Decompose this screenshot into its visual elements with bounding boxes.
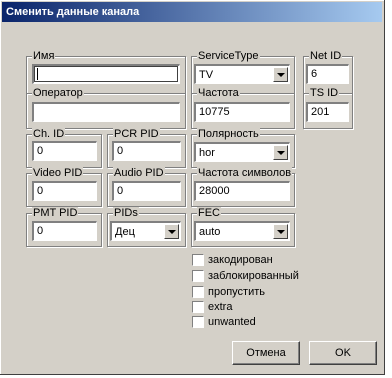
- text-caret: [37, 68, 38, 81]
- video-pid-input[interactable]: 0: [32, 181, 97, 201]
- ch-id-input[interactable]: 0: [32, 141, 97, 161]
- extra-label: extra: [208, 301, 233, 313]
- polarity-value: hor: [199, 147, 215, 159]
- audio-pid-input[interactable]: 0: [112, 181, 181, 201]
- chevron-down-icon[interactable]: [273, 67, 288, 82]
- pcr-pid-input[interactable]: 0: [112, 141, 181, 161]
- unwanted-label: unwanted: [208, 316, 256, 328]
- chevron-down-icon[interactable]: [273, 224, 288, 239]
- service-type-label: ServiceType: [197, 50, 260, 62]
- ch-id-label: Ch. ID: [32, 128, 66, 140]
- fec-value: auto: [199, 226, 221, 238]
- pids-label: PIDs: [113, 207, 139, 219]
- pids-select[interactable]: Дец: [110, 221, 181, 241]
- polarity-label: Полярность: [197, 128, 260, 140]
- checkbox-box[interactable]: [192, 286, 204, 298]
- cancel-button[interactable]: Отмена: [232, 341, 300, 365]
- dialog-title: Сменить данные канала: [2, 2, 382, 22]
- operator-label: Оператор: [32, 87, 84, 99]
- polarity-select[interactable]: hor: [194, 142, 290, 162]
- encrypted-label: закодирован: [208, 254, 273, 266]
- checkbox-box[interactable]: [192, 254, 204, 266]
- pmt-pid-input[interactable]: 0: [32, 221, 97, 241]
- channel-edit-dialog: Сменить данные канала Имя ServiceType TV…: [0, 0, 385, 375]
- skip-label: пропустить: [208, 286, 265, 298]
- checkbox-box[interactable]: [192, 270, 204, 282]
- name-input[interactable]: [32, 64, 180, 84]
- net-id-input[interactable]: 6: [306, 64, 349, 84]
- name-label: Имя: [32, 50, 56, 62]
- symbol-rate-input[interactable]: 28000: [194, 181, 290, 201]
- service-type-select[interactable]: TV: [194, 64, 290, 84]
- frequency-label: Частота: [197, 87, 240, 99]
- chevron-down-icon[interactable]: [164, 224, 179, 239]
- locked-label: заблокированный: [208, 270, 299, 282]
- frequency-input[interactable]: 10775: [194, 102, 290, 122]
- operator-input[interactable]: [32, 102, 180, 122]
- net-id-label: Net ID: [309, 50, 343, 62]
- checkbox-box[interactable]: [192, 301, 204, 313]
- fec-label: FEC: [197, 207, 221, 219]
- ts-id-input[interactable]: 201: [306, 102, 349, 122]
- pmt-pid-label: PMT PID: [32, 207, 79, 219]
- pcr-pid-label: PCR PID: [113, 128, 160, 140]
- symbol-rate-label: Частота символов: [197, 167, 293, 179]
- ts-id-label: TS ID: [309, 87, 340, 99]
- video-pid-label: Video PID: [32, 167, 84, 179]
- ok-button[interactable]: OK: [309, 341, 377, 365]
- service-type-value: TV: [199, 69, 214, 81]
- chevron-down-icon[interactable]: [273, 145, 288, 160]
- checkbox-box[interactable]: [192, 316, 204, 328]
- fec-select[interactable]: auto: [194, 221, 290, 241]
- pids-value: Дец: [115, 226, 135, 238]
- audio-pid-label: Audio PID: [113, 167, 165, 179]
